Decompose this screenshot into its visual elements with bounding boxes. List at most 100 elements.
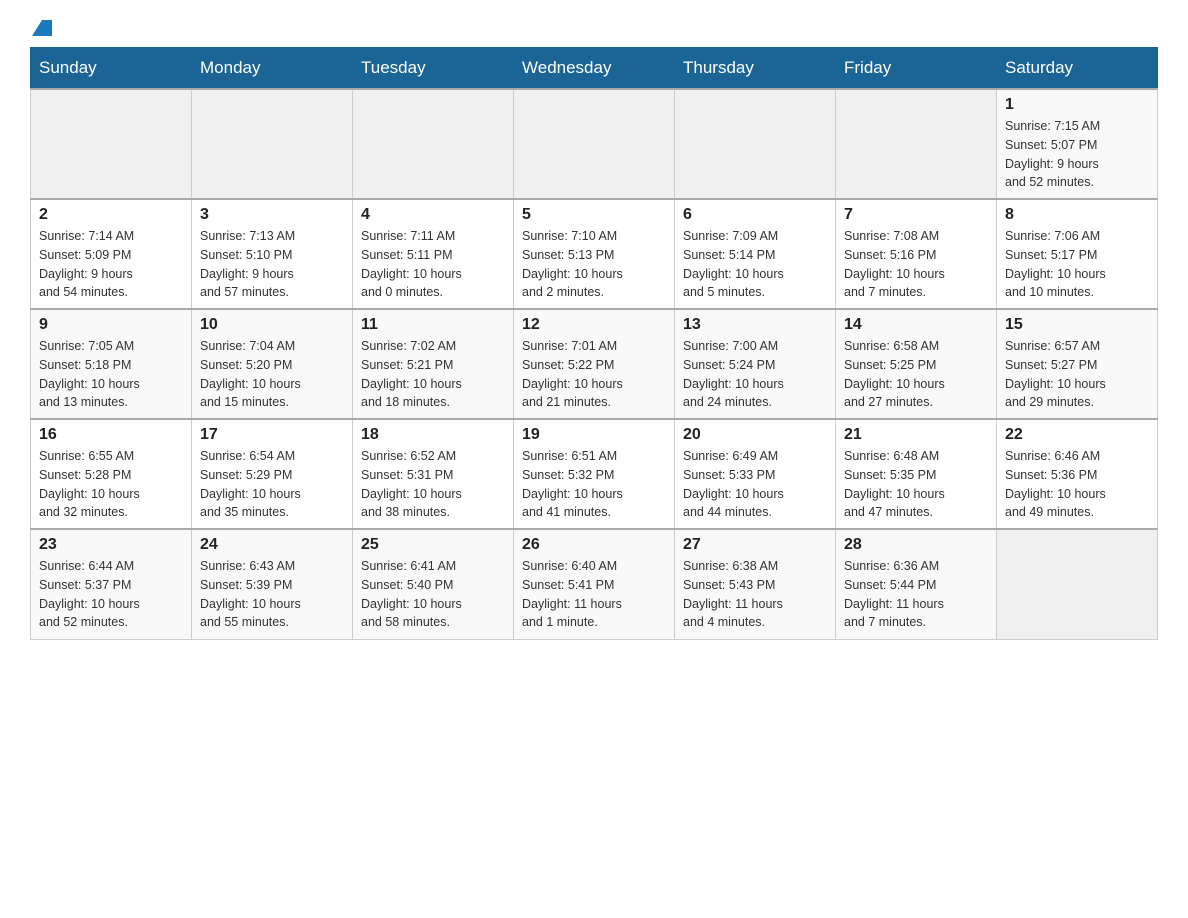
day-number: 15 (1005, 316, 1149, 334)
calendar-cell: 18 Sunrise: 6:52 AMSunset: 5:31 PMDayligh… (353, 419, 514, 529)
day-info: Sunrise: 6:57 AMSunset: 5:27 PMDaylight:… (1005, 337, 1149, 412)
day-number: 5 (522, 206, 666, 224)
calendar-cell: 13Sunrise: 7:00 AMSunset: 5:24 PMDayligh… (675, 309, 836, 419)
calendar-cell: 14 Sunrise: 6:58 AMSunset: 5:25 PMDayligh… (836, 309, 997, 419)
day-number: 24 (200, 536, 344, 554)
day-info: Sunrise: 6:48 AMSunset: 5:35 PMDaylight:… (844, 447, 988, 522)
calendar-cell: 11 Sunrise: 7:02 AMSunset: 5:21 PMDayligh… (353, 309, 514, 419)
day-info: Sunrise: 6:52 AMSunset: 5:31 PMDaylight:… (361, 447, 505, 522)
logo (30, 20, 52, 37)
calendar-cell: 19 Sunrise: 6:51 AMSunset: 5:32 PMDayligh… (514, 419, 675, 529)
day-info: Sunrise: 7:15 AMSunset: 5:07 PMDaylight:… (1005, 117, 1149, 192)
day-info: Sunrise: 7:05 AMSunset: 5:18 PMDaylight:… (39, 337, 183, 412)
day-info: Sunrise: 6:49 AMSunset: 5:33 PMDaylight:… (683, 447, 827, 522)
calendar-cell: 3 Sunrise: 7:13 AMSunset: 5:10 PMDaylight… (192, 199, 353, 309)
calendar-cell: 28Sunrise: 6:36 AMSunset: 5:44 PMDayligh… (836, 529, 997, 639)
day-number: 7 (844, 206, 988, 224)
day-info: Sunrise: 7:14 AMSunset: 5:09 PMDaylight:… (39, 227, 183, 302)
calendar-header-row: SundayMondayTuesdayWednesdayThursdayFrid… (31, 48, 1158, 90)
calendar-cell: 8 Sunrise: 7:06 AMSunset: 5:17 PMDaylight… (997, 199, 1158, 309)
calendar-table: SundayMondayTuesdayWednesdayThursdayFrid… (30, 47, 1158, 640)
day-info: Sunrise: 7:11 AMSunset: 5:11 PMDaylight:… (361, 227, 505, 302)
day-number: 23 (39, 536, 183, 554)
day-number: 14 (844, 316, 988, 334)
calendar-cell: 10 Sunrise: 7:04 AMSunset: 5:20 PMDayligh… (192, 309, 353, 419)
day-number: 12 (522, 316, 666, 334)
day-number: 9 (39, 316, 183, 334)
calendar-cell (675, 89, 836, 199)
calendar-cell (31, 89, 192, 199)
day-info: Sunrise: 7:08 AMSunset: 5:16 PMDaylight:… (844, 227, 988, 302)
calendar-cell: 27Sunrise: 6:38 AMSunset: 5:43 PMDayligh… (675, 529, 836, 639)
calendar-cell: 17 Sunrise: 6:54 AMSunset: 5:29 PMDayligh… (192, 419, 353, 529)
day-info: Sunrise: 7:01 AMSunset: 5:22 PMDaylight:… (522, 337, 666, 412)
calendar-week-row: 1 Sunrise: 7:15 AMSunset: 5:07 PMDaylight… (31, 89, 1158, 199)
calendar-cell: 12 Sunrise: 7:01 AMSunset: 5:22 PMDayligh… (514, 309, 675, 419)
day-number: 8 (1005, 206, 1149, 224)
day-number: 2 (39, 206, 183, 224)
day-number: 28 (844, 536, 988, 554)
day-number: 17 (200, 426, 344, 444)
day-number: 26 (522, 536, 666, 554)
calendar-cell (353, 89, 514, 199)
day-info: Sunrise: 6:55 AMSunset: 5:28 PMDaylight:… (39, 447, 183, 522)
calendar-cell: 23 Sunrise: 6:44 AMSunset: 5:37 PMDayligh… (31, 529, 192, 639)
logo-triangle-icon (32, 20, 52, 36)
day-number: 6 (683, 206, 827, 224)
day-number: 4 (361, 206, 505, 224)
day-number: 1 (1005, 96, 1149, 114)
calendar-cell: 2 Sunrise: 7:14 AMSunset: 5:09 PMDaylight… (31, 199, 192, 309)
day-info: Sunrise: 7:09 AMSunset: 5:14 PMDaylight:… (683, 227, 827, 302)
calendar-cell (997, 529, 1158, 639)
day-number: 18 (361, 426, 505, 444)
calendar-week-row: 2 Sunrise: 7:14 AMSunset: 5:09 PMDaylight… (31, 199, 1158, 309)
day-info: Sunrise: 6:58 AMSunset: 5:25 PMDaylight:… (844, 337, 988, 412)
column-header-friday: Friday (836, 48, 997, 90)
day-number: 16 (39, 426, 183, 444)
calendar-cell: 25 Sunrise: 6:41 AMSunset: 5:40 PMDayligh… (353, 529, 514, 639)
day-number: 27 (683, 536, 827, 554)
day-info: Sunrise: 7:13 AMSunset: 5:10 PMDaylight:… (200, 227, 344, 302)
calendar-week-row: 23 Sunrise: 6:44 AMSunset: 5:37 PMDayligh… (31, 529, 1158, 639)
day-number: 11 (361, 316, 505, 334)
day-info: Sunrise: 7:04 AMSunset: 5:20 PMDaylight:… (200, 337, 344, 412)
day-number: 10 (200, 316, 344, 334)
calendar-cell: 20 Sunrise: 6:49 AMSunset: 5:33 PMDayligh… (675, 419, 836, 529)
calendar-cell: 5 Sunrise: 7:10 AMSunset: 5:13 PMDaylight… (514, 199, 675, 309)
day-info: Sunrise: 6:44 AMSunset: 5:37 PMDaylight:… (39, 557, 183, 632)
day-number: 20 (683, 426, 827, 444)
day-number: 21 (844, 426, 988, 444)
calendar-cell: 4 Sunrise: 7:11 AMSunset: 5:11 PMDaylight… (353, 199, 514, 309)
day-info: Sunrise: 6:51 AMSunset: 5:32 PMDaylight:… (522, 447, 666, 522)
day-info: Sunrise: 6:41 AMSunset: 5:40 PMDaylight:… (361, 557, 505, 632)
calendar-cell: 26 Sunrise: 6:40 AMSunset: 5:41 PMDayligh… (514, 529, 675, 639)
calendar-cell: 16 Sunrise: 6:55 AMSunset: 5:28 PMDayligh… (31, 419, 192, 529)
day-info: Sunrise: 6:46 AMSunset: 5:36 PMDaylight:… (1005, 447, 1149, 522)
column-header-tuesday: Tuesday (353, 48, 514, 90)
page-header (30, 20, 1158, 37)
day-number: 19 (522, 426, 666, 444)
day-info: Sunrise: 6:40 AMSunset: 5:41 PMDaylight:… (522, 557, 666, 632)
calendar-cell: 7 Sunrise: 7:08 AMSunset: 5:16 PMDaylight… (836, 199, 997, 309)
day-info: Sunrise: 7:06 AMSunset: 5:17 PMDaylight:… (1005, 227, 1149, 302)
day-info: Sunrise: 7:10 AMSunset: 5:13 PMDaylight:… (522, 227, 666, 302)
day-info: Sunrise: 7:02 AMSunset: 5:21 PMDaylight:… (361, 337, 505, 412)
calendar-week-row: 16 Sunrise: 6:55 AMSunset: 5:28 PMDayligh… (31, 419, 1158, 529)
calendar-cell: 21 Sunrise: 6:48 AMSunset: 5:35 PMDayligh… (836, 419, 997, 529)
day-number: 3 (200, 206, 344, 224)
column-header-monday: Monday (192, 48, 353, 90)
day-number: 22 (1005, 426, 1149, 444)
column-header-saturday: Saturday (997, 48, 1158, 90)
calendar-cell: 22 Sunrise: 6:46 AMSunset: 5:36 PMDayligh… (997, 419, 1158, 529)
column-header-thursday: Thursday (675, 48, 836, 90)
calendar-cell: 1 Sunrise: 7:15 AMSunset: 5:07 PMDaylight… (997, 89, 1158, 199)
calendar-cell (836, 89, 997, 199)
day-info: Sunrise: 6:43 AMSunset: 5:39 PMDaylight:… (200, 557, 344, 632)
day-info: Sunrise: 6:54 AMSunset: 5:29 PMDaylight:… (200, 447, 344, 522)
column-header-sunday: Sunday (31, 48, 192, 90)
calendar-cell (192, 89, 353, 199)
day-number: 25 (361, 536, 505, 554)
column-header-wednesday: Wednesday (514, 48, 675, 90)
calendar-week-row: 9 Sunrise: 7:05 AMSunset: 5:18 PMDaylight… (31, 309, 1158, 419)
calendar-cell: 9 Sunrise: 7:05 AMSunset: 5:18 PMDaylight… (31, 309, 192, 419)
